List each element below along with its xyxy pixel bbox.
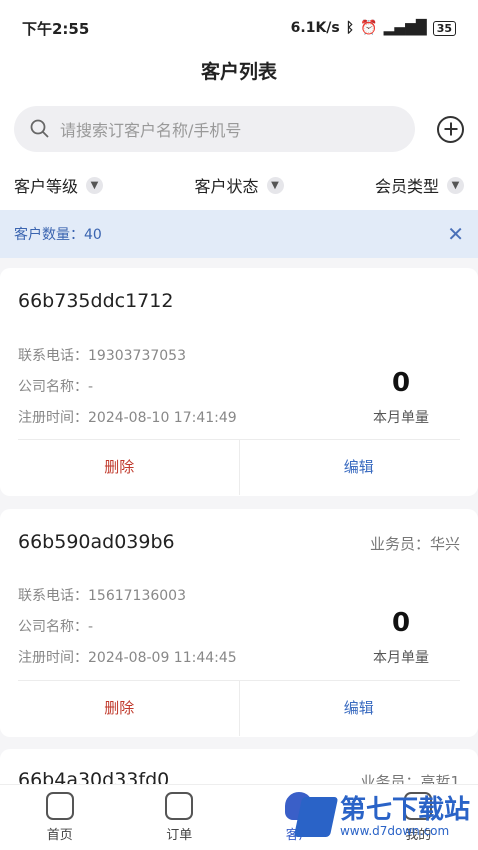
search-icon <box>30 119 49 138</box>
filter-customer-status[interactable]: 客户状态 ▼ <box>194 173 284 197</box>
customer-card[interactable]: 66b590ad039b6 业务员：华兴 联系电话：15617136003 公司… <box>0 509 478 737</box>
customer-registered: 注册时间：2024-08-09 11:44:45 <box>18 650 237 666</box>
salesperson: 业务员：华兴 <box>369 535 460 553</box>
customer-id: 66b735ddc1712 <box>18 290 174 312</box>
customer-phone: 联系电话：19303737053 <box>18 348 186 364</box>
search-placeholder: 请搜索订客户名称/手机号 <box>60 121 242 140</box>
watermark: 第七下载站 www.d7down.com <box>293 795 470 838</box>
close-icon[interactable]: ✕ <box>447 222 464 246</box>
nav-orders[interactable]: 订单 <box>120 785 240 850</box>
add-customer-button[interactable] <box>437 115 464 143</box>
watermark-text: 第七下载站 <box>339 795 470 825</box>
customer-id: 66b590ad039b6 <box>18 531 175 553</box>
chevron-down-icon: ▼ <box>86 176 104 194</box>
customer-phone: 联系电话：15617136003 <box>18 588 186 604</box>
status-time: 下午2:55 <box>22 19 90 38</box>
customer-card[interactable]: 66b735ddc1712 联系电话：19303737053 公司名称：- 注册… <box>0 268 478 496</box>
network-speed: 6.1K/s <box>290 20 340 36</box>
monthly-orders-value: 0 <box>391 368 411 398</box>
nav-home[interactable]: 首页 <box>0 785 120 850</box>
card-actions: 删除 编辑 <box>0 681 478 736</box>
customer-registered: 注册时间：2024-08-10 17:41:49 <box>18 410 237 426</box>
watermark-logo-icon <box>293 797 339 837</box>
customer-company: 公司名称：- <box>18 379 94 395</box>
bluetooth-icon: ᛒ <box>345 20 355 36</box>
edit-button[interactable]: 编辑 <box>240 681 478 736</box>
monthly-orders-value: 0 <box>391 608 411 638</box>
order-icon <box>165 792 194 820</box>
status-icons: 6.1K/s ᛒ ⏰ ▂▄▆█ 35 <box>291 20 456 36</box>
search-input[interactable]: 请搜索订客户名称/手机号 <box>14 106 415 152</box>
page-title: 客户列表 <box>0 48 478 92</box>
edit-button[interactable]: 编辑 <box>240 440 478 495</box>
customer-count-bar: 客户数量：40 ✕ <box>0 210 478 258</box>
search-row: 请搜索订客户名称/手机号 <box>0 92 478 166</box>
watermark-url: www.d7down.com <box>339 824 450 838</box>
filter-customer-level[interactable]: 客户等级 ▼ <box>14 173 104 197</box>
filter-bar: 客户等级 ▼ 客户状态 ▼ 会员类型 ▼ <box>0 160 478 210</box>
monthly-orders-label: 本月单量 <box>373 650 429 666</box>
chevron-down-icon: ▼ <box>446 176 464 194</box>
customer-count: 客户数量：40 <box>14 227 102 243</box>
battery-icon: 35 <box>432 20 456 36</box>
home-icon <box>45 792 74 820</box>
signal-icon: ▂▄▆█ <box>383 20 427 36</box>
chevron-down-icon: ▼ <box>266 176 284 194</box>
card-actions: 删除 编辑 <box>0 440 478 495</box>
filter-member-type[interactable]: 会员类型 ▼ <box>375 173 464 197</box>
alarm-icon: ⏰ <box>360 20 378 36</box>
delete-button[interactable]: 删除 <box>0 440 240 495</box>
monthly-orders-label: 本月单量 <box>373 410 429 426</box>
delete-button[interactable]: 删除 <box>0 681 240 736</box>
customer-company: 公司名称：- <box>18 619 94 635</box>
